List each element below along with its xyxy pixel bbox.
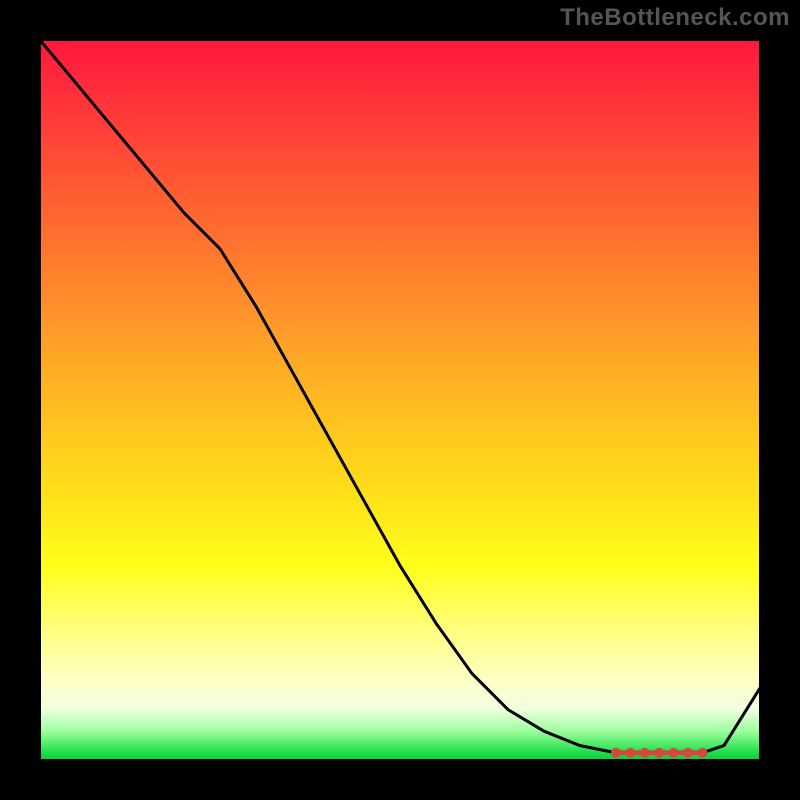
marker-dot	[697, 748, 707, 758]
curve-path	[40, 40, 760, 753]
watermark-text: TheBottleneck.com	[560, 4, 790, 32]
marker-dot	[669, 748, 679, 758]
plot-area	[40, 40, 760, 760]
marker-dot	[611, 748, 621, 758]
marker-group	[611, 748, 707, 758]
marker-dot	[683, 748, 693, 758]
line-chart	[40, 40, 760, 760]
marker-dot	[654, 748, 664, 758]
marker-dot	[640, 748, 650, 758]
marker-dot	[625, 748, 635, 758]
chart-frame: TheBottleneck.com	[0, 0, 800, 800]
